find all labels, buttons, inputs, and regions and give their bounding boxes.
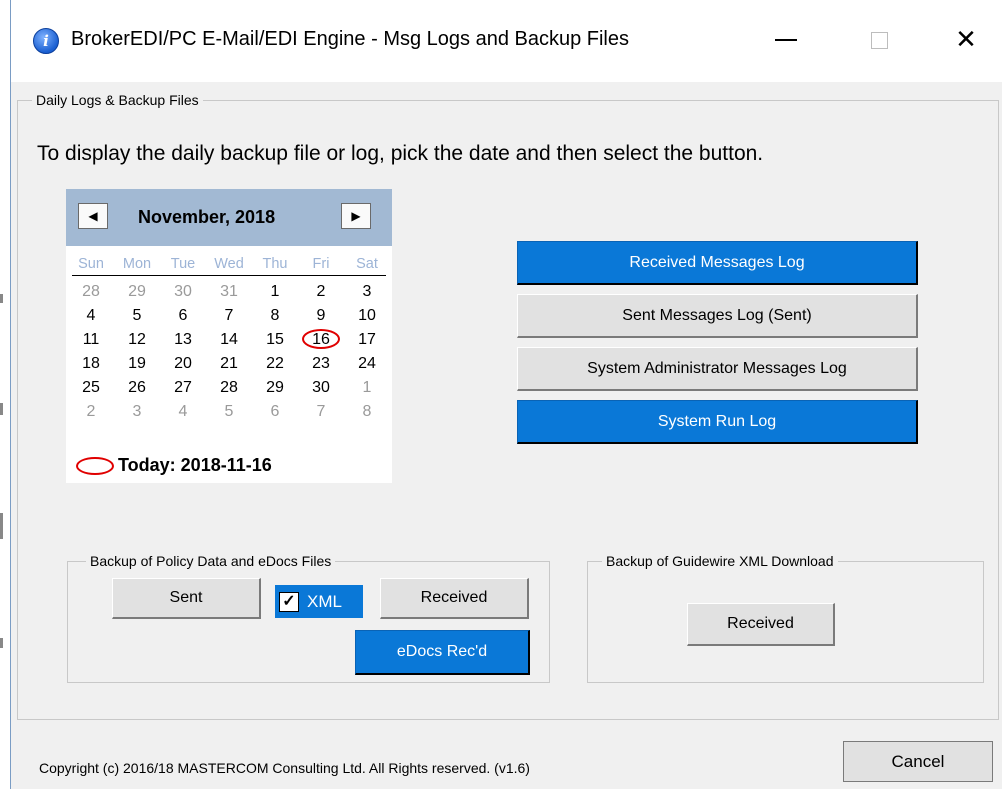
day-header: Wed	[214, 256, 244, 272]
calendar-day[interactable]: 12	[114, 328, 160, 352]
calendar-day[interactable]: 13	[160, 328, 206, 352]
day-header: Mon	[122, 256, 152, 272]
calendar-week: 25 26 27 28 29 30 1	[68, 376, 390, 400]
calendar-day[interactable]: 18	[68, 352, 114, 376]
minimize-icon	[775, 39, 797, 41]
guidewire-backup-legend: Backup of Guidewire XML Download	[606, 553, 834, 569]
maximize-button[interactable]	[859, 22, 899, 58]
day-header: Tue	[170, 256, 196, 272]
calendar-day[interactable]: 4	[68, 304, 114, 328]
calendar-day[interactable]: 2	[298, 280, 344, 304]
daily-logs-legend: Daily Logs & Backup Files	[36, 92, 199, 108]
calendar-day[interactable]: 7	[206, 304, 252, 328]
calendar-day[interactable]: 24	[344, 352, 390, 376]
calendar-day[interactable]: 31	[206, 280, 252, 304]
calendar-day[interactable]: 11	[68, 328, 114, 352]
prev-month-button[interactable]: ◀	[78, 203, 108, 229]
guidewire-received-button[interactable]: Received	[687, 603, 835, 646]
calendar-day[interactable]: 23	[298, 352, 344, 376]
day-header: Sat	[356, 256, 378, 272]
calendar-day[interactable]: 21	[206, 352, 252, 376]
edge-mark	[0, 638, 3, 648]
next-month-button[interactable]: ▶	[341, 203, 371, 229]
calendar-day[interactable]: 22	[252, 352, 298, 376]
checkmark-icon: ✓	[279, 591, 299, 612]
calendar-day[interactable]: 1	[252, 280, 298, 304]
calendar-day[interactable]: 27	[160, 376, 206, 400]
calendar-day[interactable]: 30	[298, 376, 344, 400]
title-bar[interactable]: i BrokerEDI/PC E-Mail/EDI Engine - Msg L…	[11, 0, 1002, 82]
calendar-day[interactable]: 14	[206, 328, 252, 352]
received-backup-button[interactable]: Received	[380, 578, 529, 619]
calendar-day[interactable]: 26	[114, 376, 160, 400]
maximize-icon	[870, 31, 888, 49]
calendar-day[interactable]: 2	[68, 400, 114, 424]
calendar-day[interactable]: 28	[206, 376, 252, 400]
xml-checkbox[interactable]: ✓ XML	[275, 585, 363, 618]
calendar-day[interactable]: 8	[252, 304, 298, 328]
calendar-day[interactable]: 3	[344, 280, 390, 304]
cancel-button[interactable]: Cancel	[843, 741, 993, 782]
info-icon: i	[33, 28, 59, 54]
window-title: BrokerEDI/PC E-Mail/EDI Engine - Msg Log…	[71, 28, 629, 50]
calendar-week: 4 5 6 7 8 9 10	[68, 304, 390, 328]
today-link[interactable]: Today: 2018-11-16	[76, 455, 272, 476]
today-circle-icon	[76, 456, 114, 475]
day-header: Fri	[312, 256, 330, 272]
copyright-text: Copyright (c) 2016/18 MASTERCOM Consulti…	[39, 760, 530, 776]
month-calendar[interactable]: ◀ November, 2018 ▶ Sun Mon Tue Wed Thu F…	[66, 189, 392, 483]
received-messages-log-button[interactable]: Received Messages Log	[517, 241, 918, 285]
calendar-day[interactable]: 6	[160, 304, 206, 328]
calendar-week: 11 12 13 14 15 16 17	[68, 328, 390, 352]
calendar-grid: 28 29 30 31 1 2 3 4 5 6 7 8 9 10 11 12 1…	[68, 280, 390, 424]
today-label: Today: 2018-11-16	[118, 455, 272, 475]
edge-mark	[0, 403, 3, 415]
system-admin-log-button[interactable]: System Administrator Messages Log	[517, 347, 918, 391]
calendar-week: 2 3 4 5 6 7 8	[68, 400, 390, 424]
xml-checkbox-label: XML	[307, 591, 342, 611]
calendar-day[interactable]: 4	[160, 400, 206, 424]
calendar-day[interactable]: 1	[344, 376, 390, 400]
calendar-day[interactable]: 15	[252, 328, 298, 352]
calendar-day[interactable]: 8	[344, 400, 390, 424]
calendar-day-today[interactable]: 16	[298, 328, 344, 352]
calendar-day[interactable]: 17	[344, 328, 390, 352]
calendar-day[interactable]: 10	[344, 304, 390, 328]
calendar-day[interactable]: 5	[114, 304, 160, 328]
calendar-week: 18 19 20 21 22 23 24	[68, 352, 390, 376]
calendar-day[interactable]: 19	[114, 352, 160, 376]
edge-mark	[0, 513, 3, 539]
sent-messages-log-button[interactable]: Sent Messages Log (Sent)	[517, 294, 918, 338]
day-header: Thu	[262, 256, 288, 272]
calendar-day[interactable]: 28	[68, 280, 114, 304]
edge-mark	[0, 294, 3, 303]
calendar-day[interactable]: 3	[114, 400, 160, 424]
minimize-button[interactable]	[766, 22, 806, 58]
calendar-day[interactable]: 9	[298, 304, 344, 328]
calendar-day[interactable]: 29	[252, 376, 298, 400]
calendar-day[interactable]: 25	[68, 376, 114, 400]
edocs-received-button[interactable]: eDocs Rec'd	[355, 630, 530, 675]
close-button[interactable]: ✕	[946, 22, 986, 58]
system-run-log-button[interactable]: System Run Log	[517, 400, 918, 444]
calendar-day-headers: Sun Mon Tue Wed Thu Fri Sat	[68, 256, 390, 272]
calendar-week: 28 29 30 31 1 2 3	[68, 280, 390, 304]
calendar-day[interactable]: 20	[160, 352, 206, 376]
calendar-day[interactable]: 6	[252, 400, 298, 424]
day-header: Sun	[78, 256, 104, 272]
policy-backup-legend: Backup of Policy Data and eDocs Files	[90, 553, 332, 569]
calendar-day[interactable]: 29	[114, 280, 160, 304]
calendar-header: ◀ November, 2018 ▶	[66, 189, 392, 246]
calendar-day[interactable]: 5	[206, 400, 252, 424]
background-window-edge	[0, 0, 10, 789]
calendar-divider	[72, 275, 386, 276]
calendar-month-label[interactable]: November, 2018	[138, 207, 275, 228]
calendar-day[interactable]: 7	[298, 400, 344, 424]
instruction-text: To display the daily backup file or log,…	[37, 142, 764, 165]
calendar-day[interactable]: 30	[160, 280, 206, 304]
dialog-window: i BrokerEDI/PC E-Mail/EDI Engine - Msg L…	[10, 0, 1002, 789]
sent-backup-button[interactable]: Sent	[112, 578, 261, 619]
